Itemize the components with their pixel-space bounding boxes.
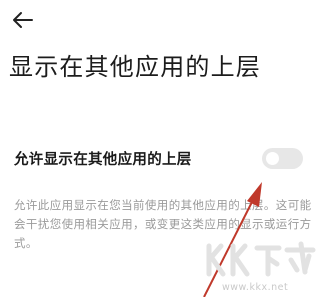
watermark-url: www.kkx.net bbox=[222, 282, 289, 293]
overlay-permission-toggle[interactable] bbox=[262, 148, 303, 169]
setting-description: 允许此应用显示在您当前使用的其他应用的上层。这可能会干扰您使用相关应用，或变更这… bbox=[14, 198, 312, 250]
toggle-knob bbox=[266, 152, 279, 165]
back-arrow-icon[interactable] bbox=[9, 8, 35, 32]
page-title: 显示在其他应用的上层 bbox=[9, 53, 261, 81]
overlay-permission-setting-row[interactable]: 允许显示在其他应用的上层 bbox=[0, 140, 320, 176]
setting-label: 允许显示在其他应用的上层 bbox=[14, 152, 192, 168]
